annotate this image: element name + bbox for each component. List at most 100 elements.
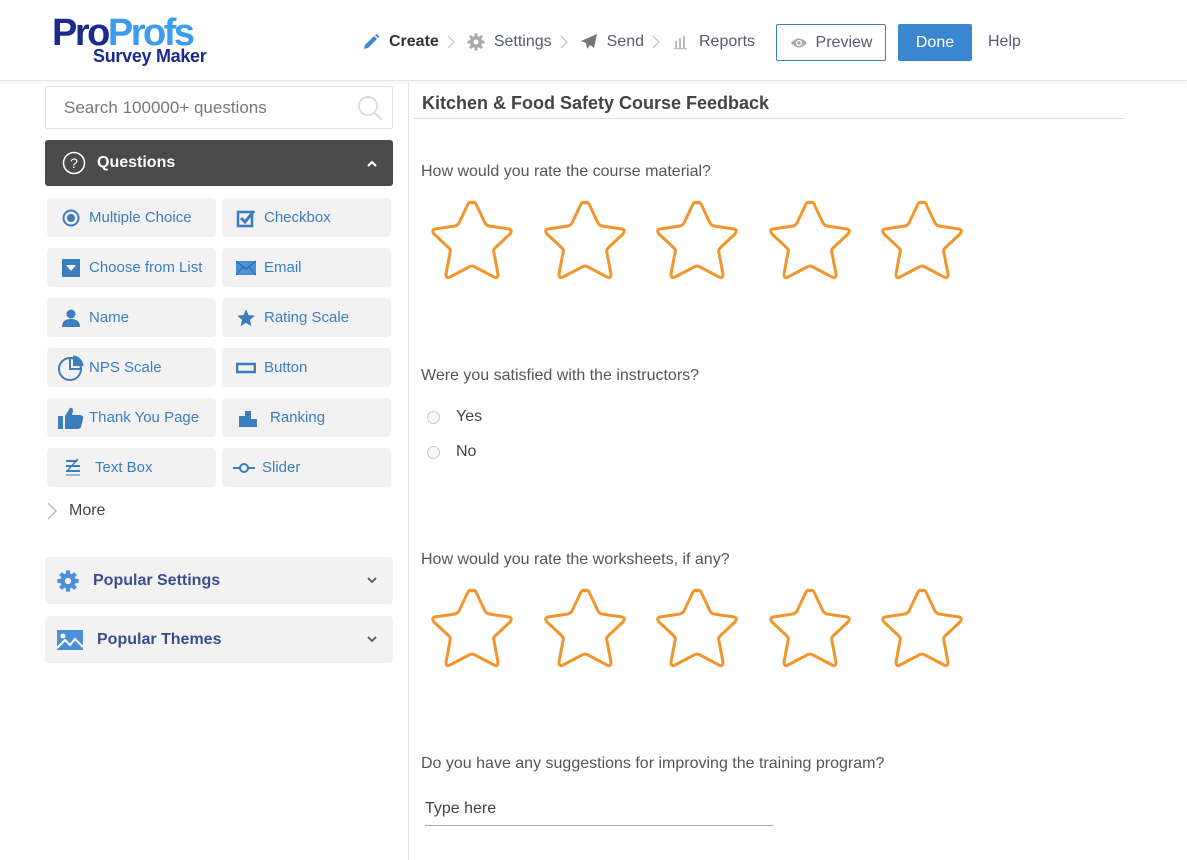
- nav-step-create[interactable]: Create: [362, 33, 439, 51]
- star-icon[interactable]: [428, 587, 516, 671]
- question-2-text[interactable]: Were you satisfied with the instructors?: [421, 367, 699, 385]
- question-circle-icon: ?: [62, 151, 86, 175]
- slider-icon: [232, 456, 256, 480]
- question-4-text[interactable]: Do you have any suggestions for improvin…: [421, 755, 884, 773]
- question-type-label: Name: [89, 309, 130, 326]
- nav-step-label: Send: [606, 33, 644, 50]
- star-icon[interactable]: [878, 199, 966, 283]
- question-type-label: Slider: [262, 459, 301, 476]
- question-type-nps-scale[interactable]: NPS Scale: [47, 348, 216, 387]
- pie-chart-icon: [57, 354, 85, 382]
- chevron-right-icon: [560, 35, 568, 49]
- question-type-label: NPS Scale: [89, 359, 162, 376]
- paper-plane-icon: [580, 33, 598, 51]
- sidebar: ? Questions Multiple Choice Checkbox Cho…: [0, 82, 409, 860]
- checkbox-icon: [234, 206, 258, 230]
- question-type-email[interactable]: Email: [222, 248, 391, 287]
- workflow-nav: Create Settings Send Reports: [362, 24, 755, 60]
- search-input[interactable]: [46, 87, 346, 128]
- star-icon[interactable]: [541, 199, 629, 283]
- preview-button[interactable]: Preview: [776, 24, 886, 61]
- image-icon: [57, 629, 83, 650]
- question-3-rating: [428, 587, 991, 671]
- radio-button[interactable]: [427, 445, 440, 459]
- svg-text:?: ?: [70, 155, 78, 171]
- radio-button[interactable]: [427, 410, 440, 424]
- question-type-button[interactable]: Button: [222, 348, 391, 387]
- star-icon[interactable]: [541, 587, 629, 671]
- star-icon[interactable]: [766, 199, 854, 283]
- question-type-label: Ranking: [270, 409, 326, 426]
- option-label: Yes: [456, 408, 483, 425]
- chevron-down-icon: [367, 577, 377, 584]
- star-icon: [234, 306, 258, 330]
- question-type-thank-you-page[interactable]: Thank You Page: [47, 398, 216, 437]
- question-type-label: Email: [264, 259, 302, 276]
- question-type-multiple-choice[interactable]: Multiple Choice: [47, 198, 216, 237]
- radio-icon: [59, 206, 83, 230]
- star-icon[interactable]: [653, 587, 741, 671]
- proprofs-logo[interactable]: ProProfs Survey Maker: [52, 14, 222, 70]
- button-icon: [234, 356, 258, 380]
- question-3-text[interactable]: How would you rate the worksheets, if an…: [421, 551, 730, 569]
- chevron-up-icon: [367, 160, 377, 167]
- question-type-label: Text Box: [95, 459, 153, 476]
- popular-settings-label: Popular Settings: [93, 571, 221, 589]
- question-search: [45, 86, 393, 129]
- preview-label: Preview: [815, 33, 873, 51]
- survey-title[interactable]: Kitchen & Food Safety Course Feedback: [422, 93, 769, 114]
- question-type-checkbox[interactable]: Checkbox: [222, 198, 391, 237]
- gear-icon: [467, 33, 485, 51]
- envelope-icon: [234, 256, 258, 280]
- eye-icon: [790, 37, 808, 49]
- nav-step-reports[interactable]: Reports: [672, 33, 755, 51]
- nav-step-send[interactable]: Send: [580, 33, 644, 51]
- popular-settings-panel[interactable]: Popular Settings: [45, 557, 393, 604]
- thumbs-up-icon: [57, 406, 85, 430]
- star-icon[interactable]: [766, 587, 854, 671]
- question-type-choose-from-list[interactable]: Choose from List: [47, 248, 216, 287]
- question-type-label: Choose from List: [89, 259, 203, 276]
- question-2-option-yes[interactable]: Yes: [427, 408, 482, 426]
- question-2-option-no[interactable]: No: [427, 443, 476, 461]
- star-icon[interactable]: [878, 587, 966, 671]
- chevron-right-icon: [447, 35, 455, 49]
- top-header: ProProfs Survey Maker Create Settings Se…: [0, 0, 1187, 81]
- survey-canvas: Kitchen & Food Safety Course Feedback Ho…: [410, 82, 1187, 860]
- chevron-right-icon: [652, 35, 660, 49]
- person-icon: [59, 306, 83, 330]
- questions-header-label: Questions: [97, 154, 176, 171]
- search-icon[interactable]: [356, 94, 384, 127]
- chevron-down-icon: [367, 636, 377, 643]
- bar-chart-icon: [672, 33, 690, 51]
- questions-panel-header[interactable]: ? Questions: [45, 140, 393, 186]
- question-1-text[interactable]: How would you rate the course material?: [421, 163, 711, 181]
- star-icon[interactable]: [428, 199, 516, 283]
- podium-icon: [236, 406, 260, 430]
- suggestions-text-input[interactable]: [425, 792, 773, 826]
- popular-themes-panel[interactable]: Popular Themes: [45, 616, 393, 663]
- question-types-grid: Multiple Choice Checkbox Choose from Lis…: [47, 198, 391, 487]
- more-question-types[interactable]: More: [47, 502, 105, 520]
- gear-icon: [57, 569, 79, 592]
- question-1-rating: [428, 199, 991, 283]
- question-type-text-box[interactable]: Text Box: [47, 448, 216, 487]
- question-type-label: Button: [264, 359, 308, 376]
- question-type-name[interactable]: Name: [47, 298, 216, 337]
- more-label: More: [69, 502, 106, 519]
- popular-themes-label: Popular Themes: [97, 630, 222, 648]
- star-icon[interactable]: [653, 199, 741, 283]
- question-type-ranking[interactable]: Ranking: [222, 398, 391, 437]
- done-button[interactable]: Done: [898, 24, 972, 61]
- title-divider: [414, 118, 1124, 119]
- option-label: No: [456, 443, 477, 460]
- nav-step-settings[interactable]: Settings: [467, 33, 552, 51]
- question-type-label: Thank You Page: [89, 409, 200, 426]
- help-link[interactable]: Help: [988, 33, 1021, 51]
- pencil-icon: [362, 33, 380, 51]
- question-type-slider[interactable]: Slider: [222, 448, 391, 487]
- question-type-label: Multiple Choice: [89, 209, 192, 226]
- logo-subtitle: Survey Maker: [93, 46, 207, 66]
- chevron-right-icon: [47, 502, 57, 520]
- question-type-rating-scale[interactable]: Rating Scale: [222, 298, 391, 337]
